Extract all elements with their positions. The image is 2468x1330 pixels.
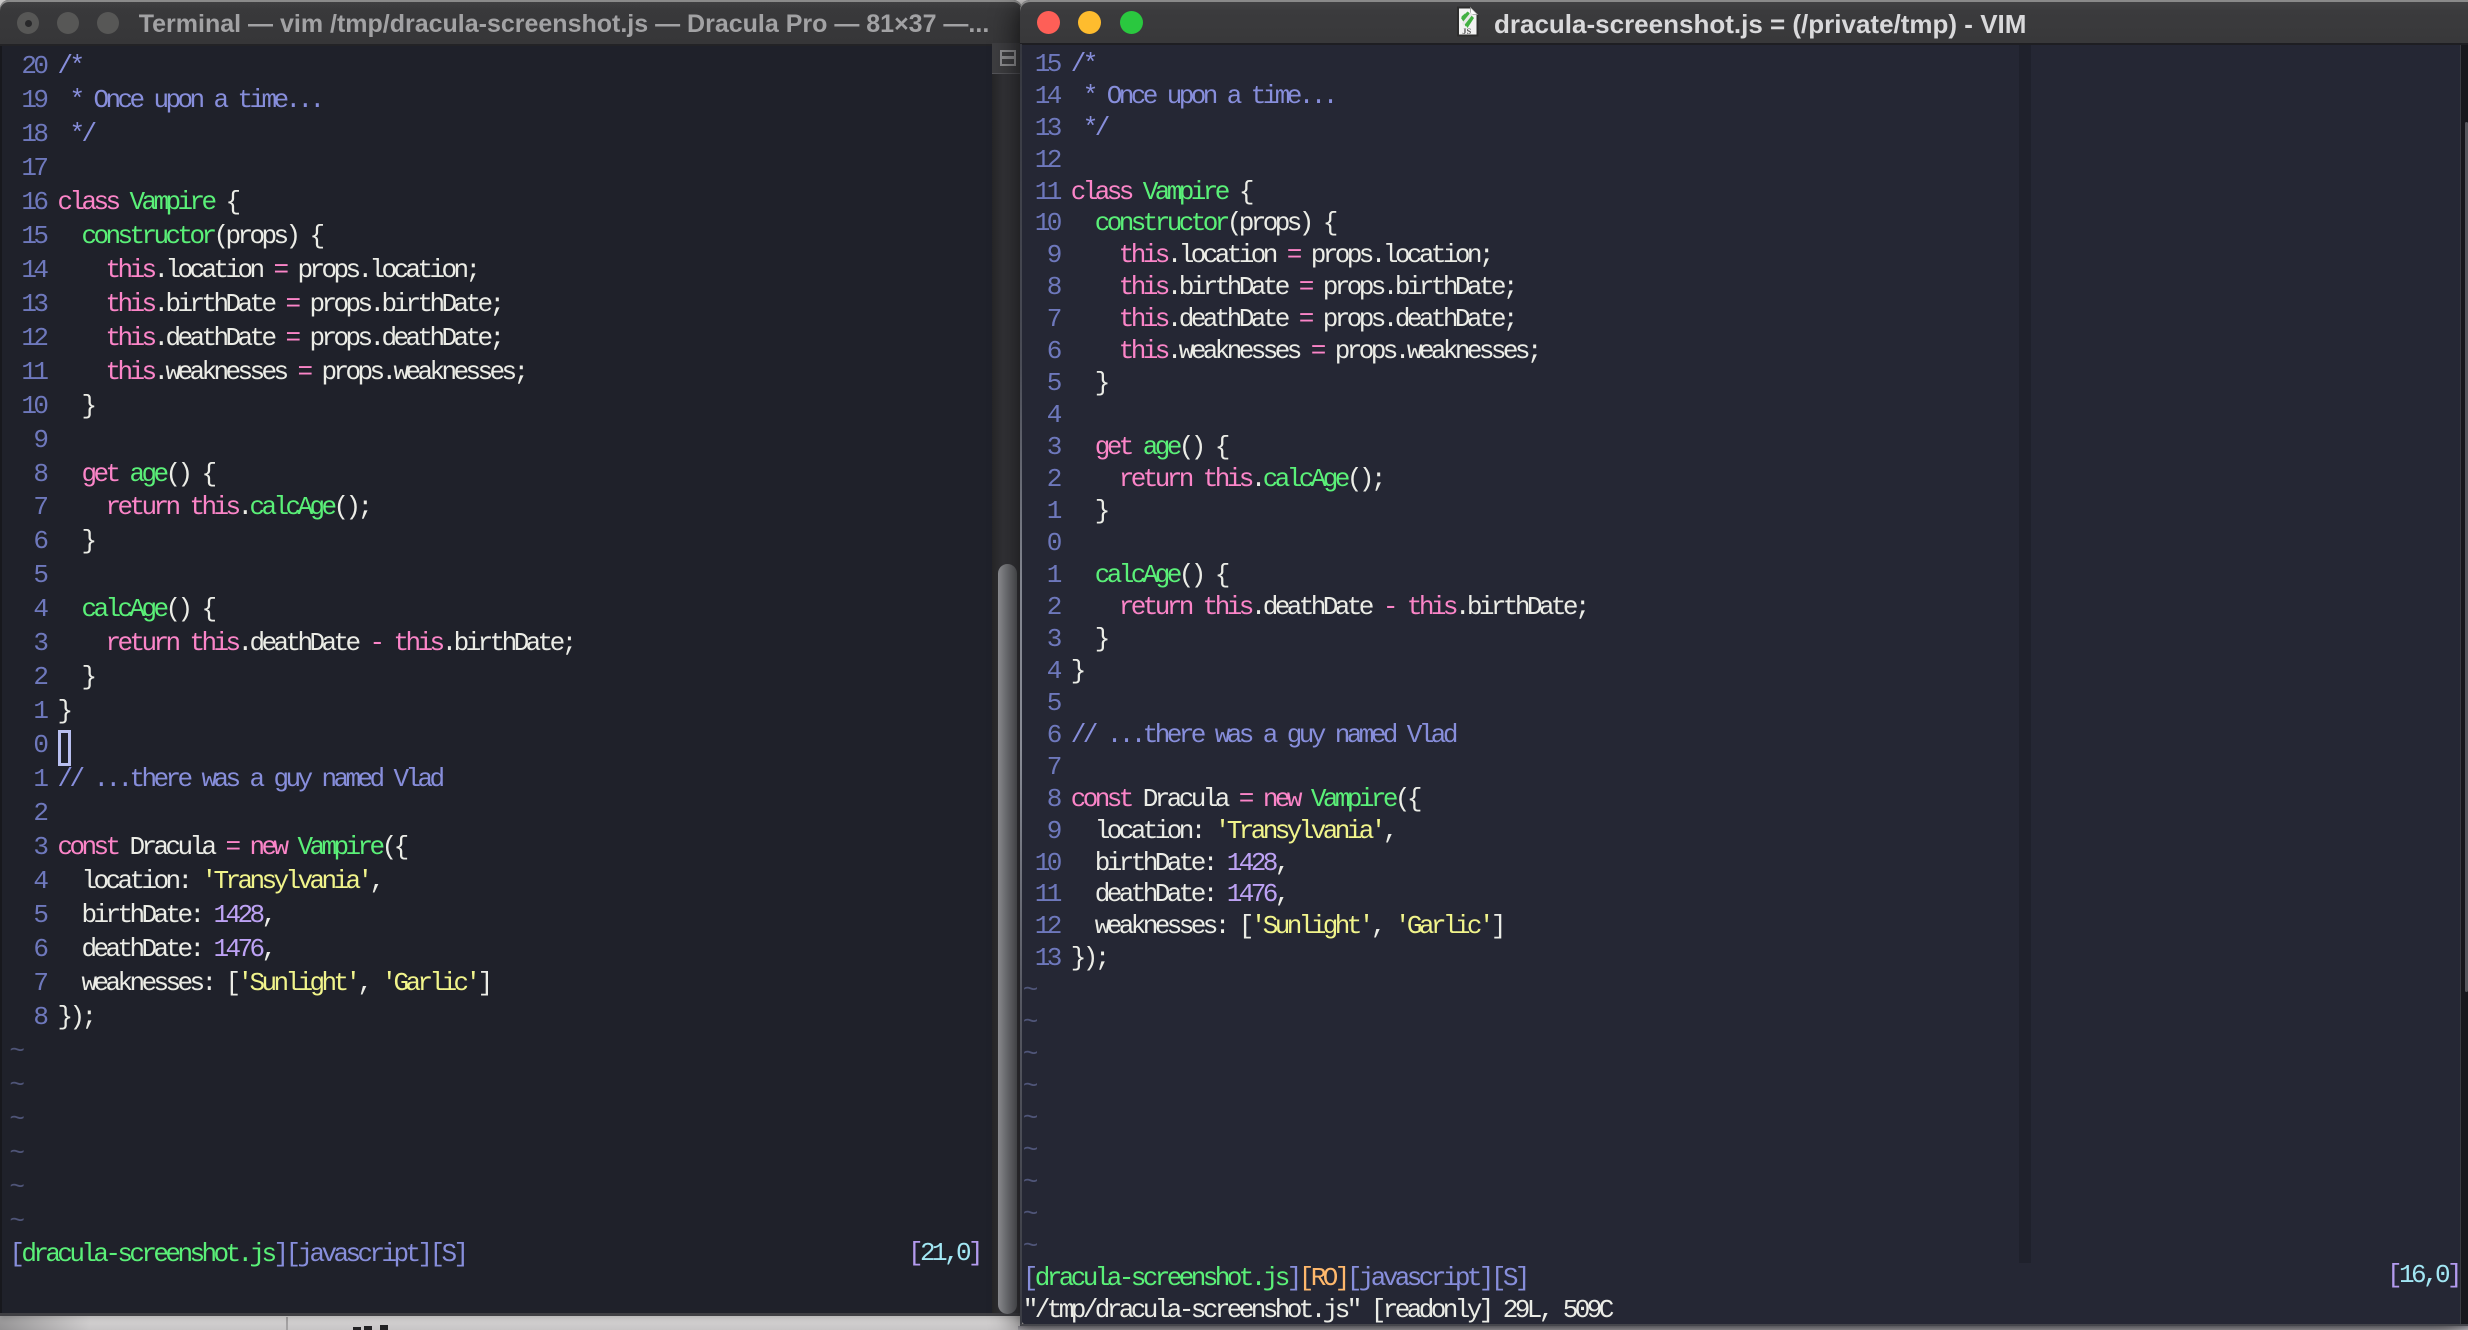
svg-text:JS: JS bbox=[1462, 26, 1471, 36]
